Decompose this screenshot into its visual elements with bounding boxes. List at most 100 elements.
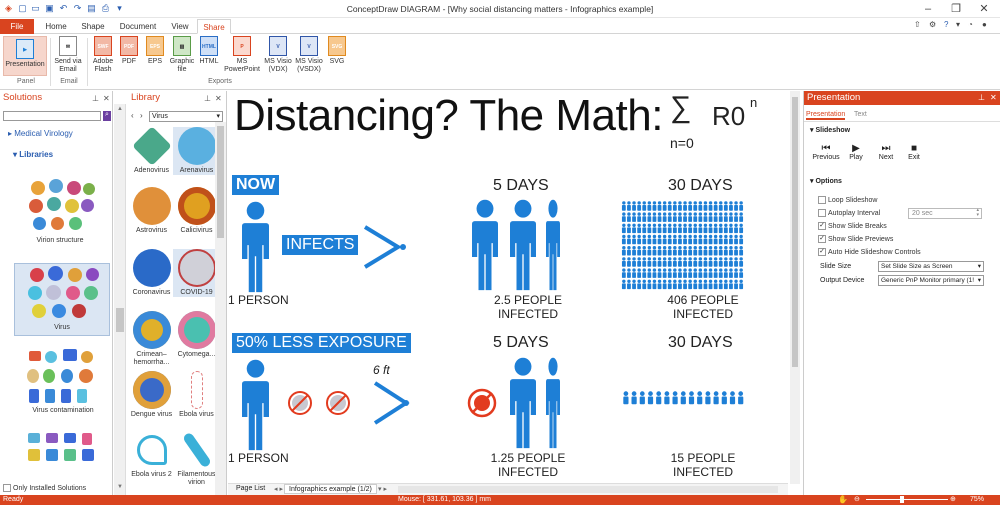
solution-virus-contamination[interactable]: Virus contamination: [20, 349, 106, 415]
close-panel-icon[interactable]: ✕: [990, 91, 997, 105]
ribbon-up-icon[interactable]: ⇧: [914, 20, 921, 29]
minimize-button[interactable]: –: [918, 1, 938, 17]
play-button[interactable]: ▶ Play: [844, 143, 868, 161]
zoom-in-icon[interactable]: ⊕: [950, 495, 956, 505]
zoom-slider[interactable]: [866, 496, 948, 503]
drawing-canvas[interactable]: Distancing? The Math: ∑ R0 n n=0 NOW INF…: [228, 91, 800, 495]
mini-person-icon: [718, 234, 723, 245]
mini-person-icon: [632, 279, 636, 290]
library-item-astrovirus[interactable]: Astrovirus: [128, 187, 175, 235]
library-item-covid-19[interactable]: COVID-19: [173, 249, 220, 297]
next-button[interactable]: ⏭ Next: [872, 143, 900, 161]
show-slide-breaks-checkbox[interactable]: ✓ Show Slide Breaks: [818, 222, 887, 230]
page-nav-icon[interactable]: ◂ ▸: [274, 485, 283, 493]
mini-person-icon: [637, 245, 642, 256]
close-panel-icon[interactable]: ✕: [103, 92, 110, 105]
close-panel-icon[interactable]: ✕: [215, 92, 222, 105]
astrovirus-icon: [132, 187, 171, 225]
tree-item-medical-virology[interactable]: ▸ Medical Virology: [8, 129, 73, 138]
graphic-file-button[interactable]: ▨ Graphic file: [168, 36, 196, 74]
solutions-scrollbar[interactable]: ▲ ▼: [114, 104, 126, 495]
play-icon: ▶: [852, 143, 860, 154]
show-slide-previews-checkbox[interactable]: ✓ Show Slide Previews: [818, 235, 893, 243]
options-section[interactable]: ▾ Options: [810, 177, 842, 185]
library-item-filamentous[interactable]: Filamentous virion: [173, 431, 220, 487]
tab-share[interactable]: Share: [197, 19, 231, 34]
canvas-vertical-scrollbar[interactable]: [790, 91, 800, 484]
html-button[interactable]: HTML HTML: [197, 36, 221, 66]
zoom-out-icon[interactable]: ⊖: [854, 495, 860, 505]
library-item-ebola[interactable]: Ebola virus: [173, 371, 220, 419]
adobe-flash-button[interactable]: SWF Adobe Flash: [88, 36, 118, 74]
mini-person-icon: [734, 234, 738, 245]
solutions-search-input[interactable]: [3, 111, 101, 121]
output-device-select[interactable]: Generic PnP Monitor primary (1! ▾: [878, 275, 984, 286]
tab-document[interactable]: Document: [114, 19, 162, 34]
interval-input[interactable]: 20 sec ▴ ▾: [908, 208, 982, 219]
slide-size-select[interactable]: Set Slide Size as Screen ▾: [878, 261, 984, 272]
exit-button[interactable]: ■ Exit: [902, 143, 926, 161]
mini-person-icon: [718, 212, 723, 222]
svg-button[interactable]: SVG SVG: [327, 36, 347, 66]
page-list-button[interactable]: Page List: [236, 485, 265, 492]
eps-button[interactable]: EPS EPS: [143, 36, 167, 66]
pin-icon[interactable]: ⊥: [204, 92, 211, 105]
ms-visio-vdx-button[interactable]: V MS Visio (VDX): [263, 36, 293, 74]
help-icon[interactable]: ?: [944, 20, 948, 29]
library-back-icon[interactable]: ‹: [131, 111, 134, 120]
user-icon[interactable]: ●: [982, 20, 987, 29]
library-item-coronavirus[interactable]: Coronavirus: [128, 249, 175, 297]
presentation-button[interactable]: ▶ Presentation: [3, 36, 47, 76]
horizontal-scrollbar[interactable]: [398, 486, 778, 493]
ms-visio-vsdx-button[interactable]: V MS Visio (VSDX): [293, 36, 325, 74]
solution-next[interactable]: [22, 431, 102, 471]
library-item-dengue[interactable]: Dengue virus: [128, 371, 175, 419]
mini-person-icon: [723, 268, 728, 278]
only-installed-checkbox[interactable]: Only Installed Solutions: [3, 484, 86, 492]
tab-text[interactable]: Text: [854, 111, 867, 118]
mini-person-icon: [621, 245, 626, 256]
mini-person-icon: [739, 245, 744, 256]
search-icon[interactable]: ⌕: [103, 111, 111, 121]
library-item-crimean[interactable]: Crimean–hemorrha...: [128, 311, 175, 367]
loop-slideshow-checkbox[interactable]: Loop Slideshow: [818, 196, 877, 204]
options-icon[interactable]: ▾: [956, 20, 960, 29]
mini-person-icon: [738, 391, 744, 405]
mini-person-icon: [627, 257, 631, 267]
library-item-cytomega[interactable]: Cytomega...: [173, 311, 220, 359]
tab-home[interactable]: Home: [38, 19, 74, 34]
maximize-button[interactable]: ❐: [946, 1, 966, 17]
solution-virion-structure[interactable]: Virion structure: [20, 179, 100, 245]
pdf-button[interactable]: PDF PDF: [118, 36, 140, 66]
pin-icon[interactable]: ⊥: [978, 91, 985, 105]
email-icon: ✉: [59, 36, 77, 56]
autoplay-interval-checkbox[interactable]: Autoplay Interval: [818, 209, 880, 217]
solution-virus[interactable]: Virus: [14, 263, 110, 336]
library-item-adenovirus[interactable]: Adenovirus: [128, 126, 175, 175]
library-forward-icon[interactable]: ›: [140, 111, 143, 120]
page-dropdown-icon[interactable]: ▾ ▸: [378, 485, 387, 493]
tab-file[interactable]: File: [0, 19, 34, 34]
ms-powerpoint-button[interactable]: P MS PowerPoint: [222, 36, 262, 74]
pin-icon[interactable]: ⊥: [92, 92, 99, 105]
previous-button[interactable]: ⏮ Previous: [812, 143, 840, 161]
ribbon: ▶ Presentation ✉ Send via Email SWF Adob…: [0, 34, 1000, 90]
account-icon[interactable]: ◔: [968, 20, 973, 29]
hand-tool-icon[interactable]: ✋: [838, 495, 848, 505]
send-via-email-button[interactable]: ✉ Send via Email: [52, 36, 84, 74]
library-item-calicivirus[interactable]: Calicivirus: [173, 187, 220, 235]
tab-presentation[interactable]: Presentation: [806, 111, 846, 120]
library-scrollbar[interactable]: [215, 122, 226, 495]
tab-view[interactable]: View: [164, 19, 196, 34]
page-tab[interactable]: Infographics example (1/2): [284, 484, 377, 494]
auto-hide-controls-checkbox[interactable]: ✓ Auto Hide Slideshow Controls: [818, 248, 921, 256]
library-item-ebola-2[interactable]: Ebola virus 2: [128, 431, 175, 479]
tab-shape[interactable]: Shape: [76, 19, 110, 34]
close-button[interactable]: ✕: [974, 1, 994, 17]
slideshow-section[interactable]: ▾ Slideshow: [810, 126, 850, 134]
library-select[interactable]: Virus ▾: [149, 111, 223, 122]
settings-icon[interactable]: ⚙: [929, 20, 936, 29]
mini-person-icon: [662, 268, 667, 278]
library-item-arenavirus[interactable]: Arenavirus: [173, 127, 220, 175]
libraries-section[interactable]: ▾ Libraries: [13, 150, 53, 159]
